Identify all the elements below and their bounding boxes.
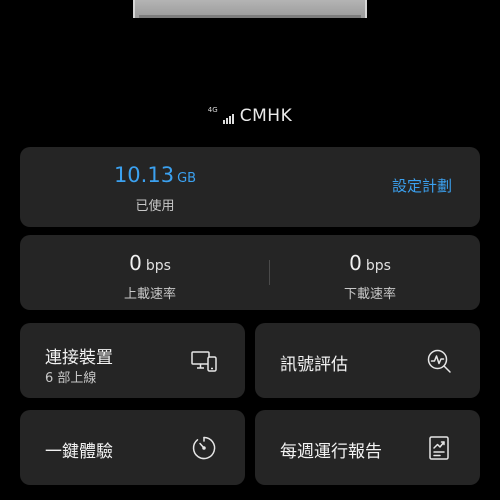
set-plan-link[interactable]: 設定計劃 bbox=[392, 175, 452, 196]
usage-unit: GB bbox=[177, 171, 197, 186]
signal-assessment-icon bbox=[426, 348, 452, 374]
connected-devices-count: 6 部上線 bbox=[45, 371, 97, 386]
signal-bars bbox=[222, 114, 234, 124]
connected-devices-title: 連接裝置 bbox=[45, 348, 113, 368]
usage-label: 已使用 bbox=[135, 199, 175, 214]
connected-devices-tile[interactable]: 連接裝置 6 部上線 bbox=[20, 323, 245, 398]
speed-card: 0 bps 上載速率 0 bps 下載速率 bbox=[20, 235, 480, 310]
timer-icon bbox=[191, 435, 217, 461]
report-icon bbox=[426, 435, 452, 461]
cellular-signal-icon: 4G bbox=[208, 106, 234, 126]
usage-block: 10.13 GB 已使用 bbox=[90, 163, 220, 214]
network-status: 4G CMHK bbox=[0, 104, 500, 128]
one-click-test-tile[interactable]: 一鍵體驗 bbox=[20, 410, 245, 485]
weekly-report-tile[interactable]: 每週運行報告 bbox=[255, 410, 480, 485]
signal-assessment-title: 訊號評估 bbox=[280, 355, 348, 375]
router-app-screen: 4G CMHK 10.13 GB 已使用 設定計劃 0 bps 上載速率 0 b… bbox=[0, 0, 500, 500]
data-usage-card: 10.13 GB 已使用 設定計劃 bbox=[20, 147, 480, 227]
upload-speed-unit: bps bbox=[145, 258, 171, 274]
upload-speed: 0 bps 上載速率 bbox=[75, 251, 225, 302]
network-type: 4G bbox=[207, 106, 218, 114]
speed-divider bbox=[269, 260, 270, 285]
one-click-test-title: 一鍵體驗 bbox=[45, 442, 113, 462]
weekly-report-title: 每週運行報告 bbox=[280, 442, 382, 462]
download-speed-value: 0 bbox=[349, 251, 362, 275]
download-speed-label: 下載速率 bbox=[343, 287, 396, 302]
upload-speed-value: 0 bbox=[129, 251, 142, 275]
router-device-image bbox=[133, 0, 367, 18]
carrier-name: CMHK bbox=[239, 106, 293, 126]
devices-icon bbox=[191, 348, 217, 374]
usage-value: 10.13 bbox=[113, 163, 175, 187]
download-speed: 0 bps 下載速率 bbox=[295, 251, 445, 302]
upload-speed-label: 上載速率 bbox=[123, 287, 176, 302]
download-speed-unit: bps bbox=[365, 258, 391, 274]
signal-assessment-tile[interactable]: 訊號評估 bbox=[255, 323, 480, 398]
